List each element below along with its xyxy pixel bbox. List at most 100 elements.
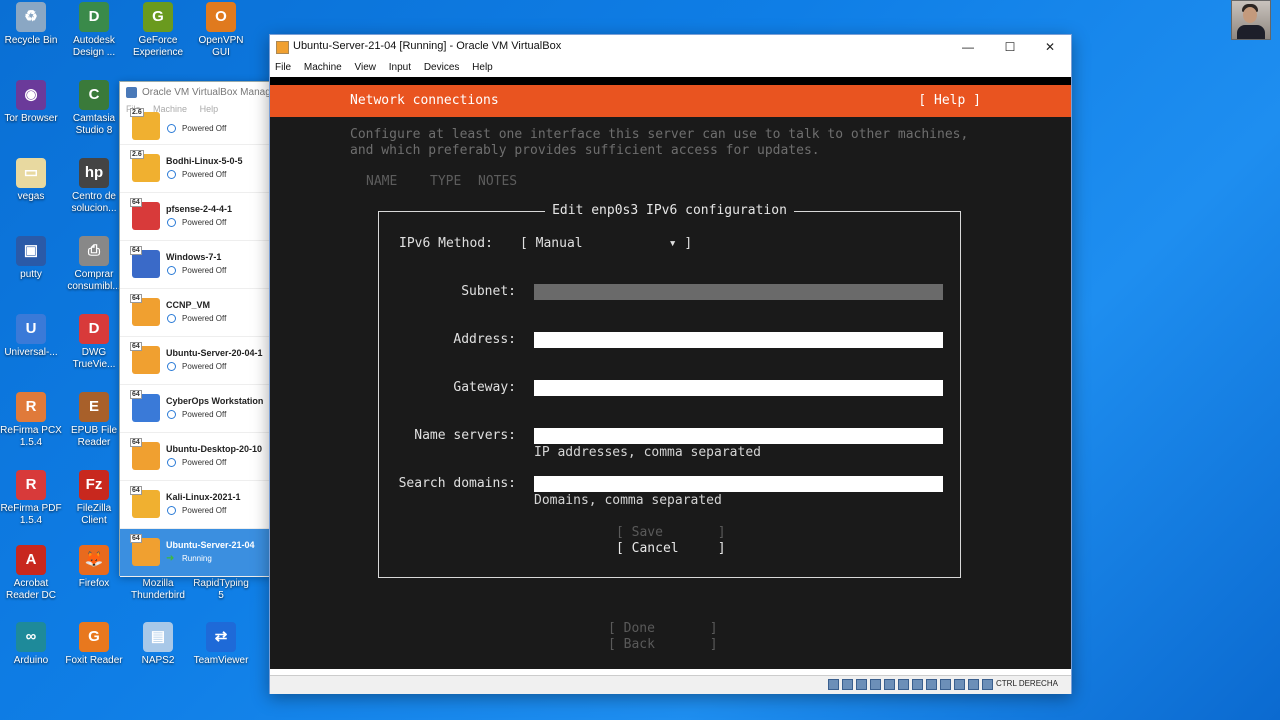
- minimize-button[interactable]: —: [949, 35, 987, 59]
- address-field[interactable]: [534, 332, 943, 348]
- address-label: Address:: [453, 332, 516, 347]
- done-button[interactable]: [ Done ]: [608, 621, 718, 636]
- gateway-field[interactable]: [534, 380, 943, 396]
- desktop-icon[interactable]: E EPUB File Reader: [63, 392, 125, 449]
- vm-state: Powered Off: [182, 314, 227, 323]
- vm-statusbar: CTRL DERECHA: [270, 675, 1071, 694]
- vm-list-item[interactable]: 64 Ubuntu-Server-21-04 ➜ Running: [120, 529, 272, 577]
- display-icon[interactable]: [912, 679, 923, 690]
- vm-list-item[interactable]: 2.6 Bodhi-Linux-5-0-5 Powered Off: [120, 145, 272, 193]
- vm-window[interactable]: Ubuntu-Server-21-04 [Running] - Oracle V…: [269, 34, 1072, 694]
- desktop-icon[interactable]: G Foxit Reader: [63, 622, 125, 667]
- ipv6-dialog: Edit enp0s3 IPv6 configuration IPv6 Meth…: [378, 203, 961, 578]
- shared-folders-icon[interactable]: [898, 679, 909, 690]
- desktop-icon[interactable]: ⇄ TeamViewer: [190, 622, 252, 667]
- desktop-icon[interactable]: ▭ vegas: [0, 158, 62, 203]
- desktop-icon-label: Acrobat Reader DC: [5, 578, 57, 601]
- vm-arch-badge: 64: [130, 390, 142, 399]
- menu-machine[interactable]: Machine: [304, 62, 342, 73]
- save-button[interactable]: [ Save ]: [616, 525, 726, 540]
- cancel-button[interactable]: [ Cancel ]: [616, 541, 726, 556]
- desktop-icon[interactable]: ▣ putty: [0, 236, 62, 281]
- menu-view[interactable]: View: [355, 62, 377, 73]
- desktop-icon-label: Tor Browser: [4, 113, 58, 124]
- cpu-icon[interactable]: [940, 679, 951, 690]
- hard-disk-icon[interactable]: [828, 679, 839, 690]
- keyboard-icon[interactable]: [968, 679, 979, 690]
- vm-list-item[interactable]: 64 CCNP_VM Powered Off: [120, 289, 272, 337]
- menu-file[interactable]: File: [275, 62, 291, 73]
- search-domains-field[interactable]: [534, 476, 943, 492]
- desktop-icon[interactable]: ▤ NAPS2: [127, 622, 189, 667]
- usb-icon[interactable]: [884, 679, 895, 690]
- vm-list-item[interactable]: 64 Ubuntu-Desktop-20-10 Powered Off: [120, 433, 272, 481]
- desktop-icon[interactable]: ⎙ Comprar consumibl...: [63, 236, 125, 293]
- vm-list-item[interactable]: 2.6 Powered Off: [120, 108, 272, 145]
- network-icon[interactable]: [870, 679, 881, 690]
- vm-os-icon: 64: [130, 390, 160, 422]
- virtualbox-manager-window[interactable]: Oracle VM VirtualBox Manag File Machine …: [119, 81, 273, 577]
- virtualbox-vm-icon: [276, 41, 289, 54]
- help-button[interactable]: [ Help ]: [918, 85, 981, 117]
- audio-icon[interactable]: [856, 679, 867, 690]
- menu-input[interactable]: Input: [389, 62, 411, 73]
- back-button[interactable]: [ Back ]: [608, 637, 718, 652]
- desktop-icon-label: Universal-...: [4, 347, 58, 358]
- desktop-icon[interactable]: hp Centro de solucion...: [63, 158, 125, 215]
- dialog-title: Edit enp0s3 IPv6 configuration: [379, 203, 960, 218]
- desktop-icon[interactable]: G GeForce Experience: [127, 2, 189, 59]
- power-off-icon: [167, 506, 176, 515]
- subnet-field[interactable]: [534, 284, 943, 300]
- subnet-label: Subnet:: [461, 284, 516, 299]
- desktop-icon[interactable]: D DWG TrueVie...: [63, 314, 125, 371]
- vm-os-icon: 64: [130, 438, 160, 470]
- desktop-icon[interactable]: ♻ Recycle Bin: [0, 2, 62, 47]
- vm-titlebar[interactable]: Ubuntu-Server-21-04 [Running] - Oracle V…: [270, 35, 1071, 59]
- host-key-label: CTRL DERECHA: [996, 679, 1058, 688]
- vm-state: Powered Off: [182, 266, 227, 275]
- ipv6-method-select[interactable]: [ Manual ▾ ]: [520, 236, 692, 251]
- vm-menubar: File Machine View Input Devices Help: [270, 59, 1071, 77]
- epub-reader-icon: E: [79, 392, 109, 422]
- desktop-icon[interactable]: C Camtasia Studio 8: [63, 80, 125, 137]
- desktop-icon[interactable]: ◉ Tor Browser: [0, 80, 62, 125]
- desktop-icon[interactable]: Fz FileZilla Client: [63, 470, 125, 527]
- virtualbox-icon: [126, 87, 137, 98]
- vm-os-icon: 2.6: [130, 150, 160, 182]
- vm-list-item[interactable]: 64 pfsense-2-4-4-1 Powered Off: [120, 193, 272, 241]
- desktop-icon[interactable]: R ReFirma PCX 1.5.4: [0, 392, 62, 449]
- arrow-icon[interactable]: [982, 679, 993, 690]
- vm-list-item[interactable]: 64 Kali-Linux-2021-1 Powered Off: [120, 481, 272, 529]
- desktop-icon[interactable]: 🦊 Firefox: [63, 545, 125, 590]
- screen-top-strip: [270, 77, 1071, 85]
- desktop-icon[interactable]: U Universal-...: [0, 314, 62, 359]
- menu-help[interactable]: Help: [472, 62, 493, 73]
- vm-list-item[interactable]: 64 Windows-7-1 Powered Off: [120, 241, 272, 289]
- desktop-icon[interactable]: O OpenVPN GUI: [190, 2, 252, 59]
- vm-screen[interactable]: Network connections [ Help ] Configure a…: [270, 77, 1071, 669]
- intro-text: Configure at least one interface this se…: [350, 127, 969, 158]
- desktop-icon[interactable]: R ReFirma PDF 1.5.4: [0, 470, 62, 527]
- manager-menu-help[interactable]: Help: [200, 104, 219, 114]
- vm-list-item[interactable]: 64 Ubuntu-Server-20-04-1 Powered Off: [120, 337, 272, 385]
- mouse-integration-icon[interactable]: [954, 679, 965, 690]
- desktop-icon-label: Mozilla Thunderbird: [131, 578, 185, 601]
- maximize-button[interactable]: ☐: [991, 35, 1029, 59]
- vm-os-icon: 2.6: [130, 108, 160, 140]
- name-servers-field[interactable]: [534, 428, 943, 444]
- close-button[interactable]: ✕: [1031, 35, 1069, 59]
- recording-icon[interactable]: [926, 679, 937, 690]
- vm-list-item[interactable]: 64 CyberOps Workstation Powered Off: [120, 385, 272, 433]
- desktop-icon-label: Firefox: [78, 578, 110, 589]
- menu-devices[interactable]: Devices: [424, 62, 460, 73]
- desktop-icon-label: Centro de solucion...: [71, 191, 117, 214]
- vm-name: CyberOps Workstation: [166, 396, 264, 406]
- desktop-icon[interactable]: A Acrobat Reader DC: [0, 545, 62, 602]
- vm-arch-badge: 64: [130, 486, 142, 495]
- power-off-icon: [167, 458, 176, 467]
- desktop-icon-label: Comprar consumibl...: [67, 269, 121, 292]
- refirma-pdf-icon: R: [16, 470, 46, 500]
- desktop-icon[interactable]: D Autodesk Design ...: [63, 2, 125, 59]
- optical-drive-icon[interactable]: [842, 679, 853, 690]
- desktop-icon[interactable]: ∞ Arduino: [0, 622, 62, 667]
